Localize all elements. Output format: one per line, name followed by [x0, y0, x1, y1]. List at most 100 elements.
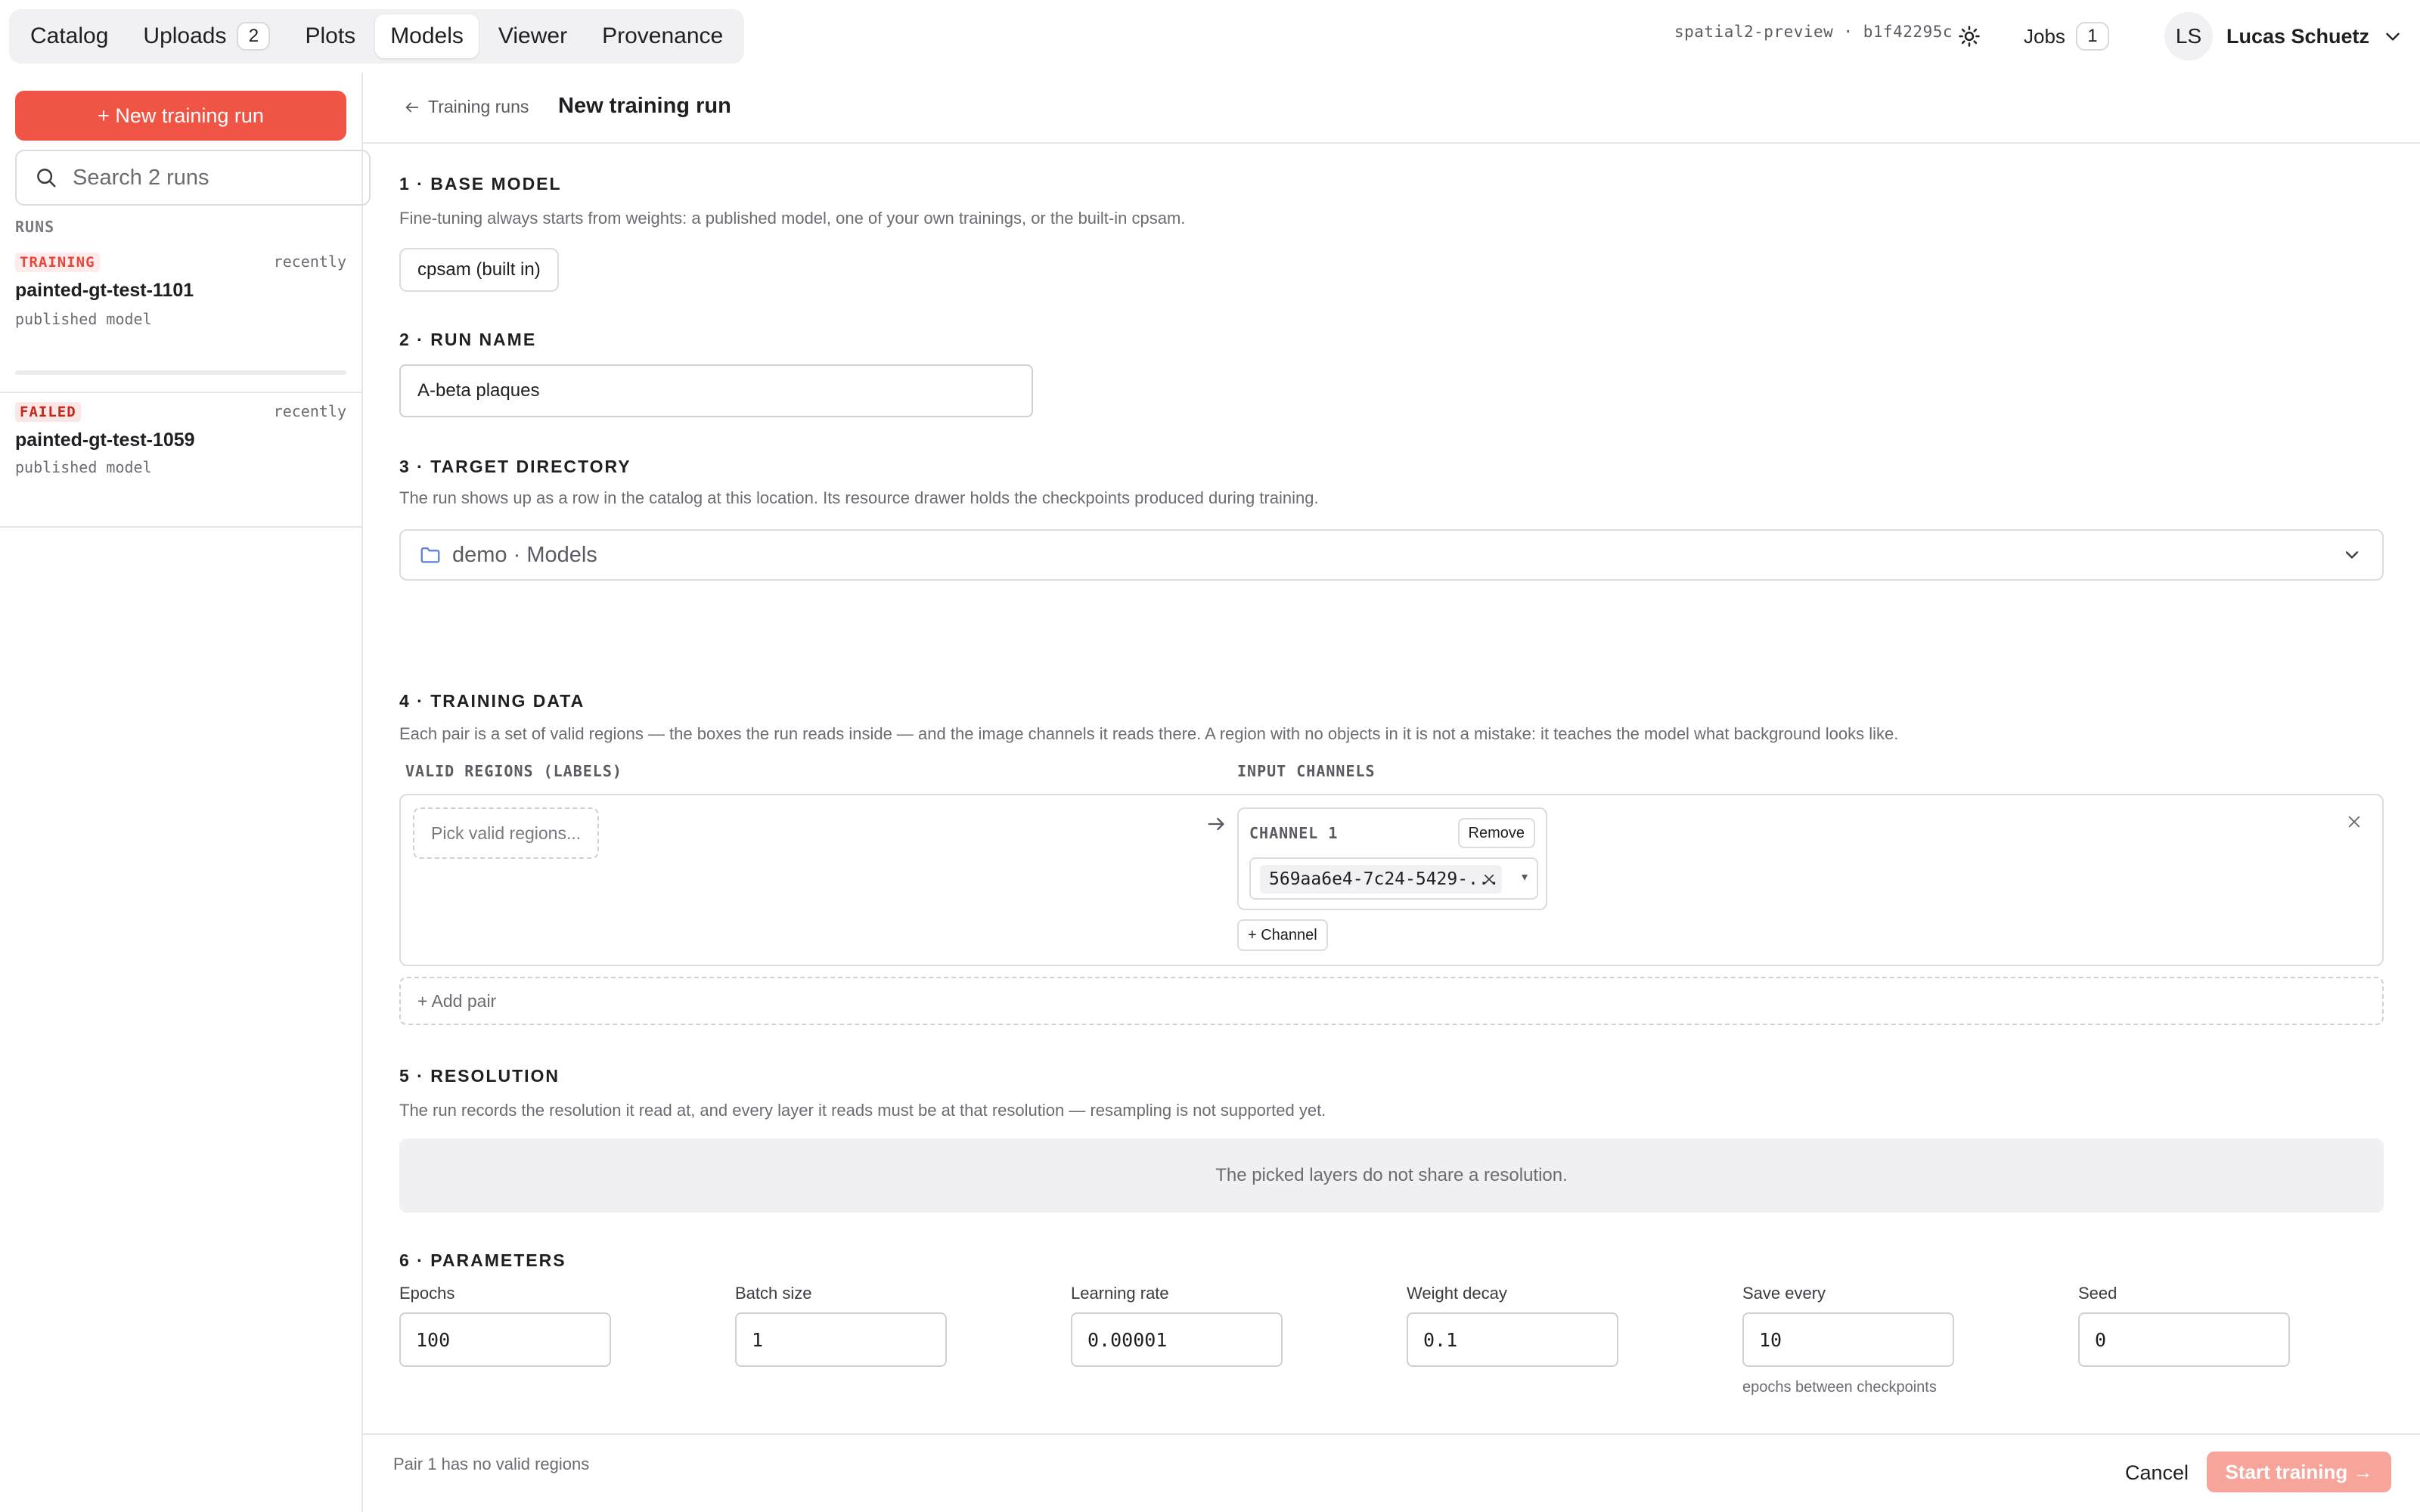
search-runs-input[interactable]: Search 2 runs	[15, 150, 371, 206]
nav-viewer-label: Viewer	[498, 23, 568, 48]
back-link-label: Training runs	[428, 97, 529, 116]
run-name-input[interactable]: A-beta plaques	[399, 364, 1033, 417]
caret-down-icon: ▾	[1521, 871, 1528, 884]
section-desc-target-directory: The run shows up as a row in the catalog…	[399, 488, 1319, 507]
nav-provenance[interactable]: Provenance	[587, 14, 738, 58]
run-time: recently	[273, 253, 346, 271]
jobs-count-badge: 1	[2075, 22, 2109, 51]
section-title-target-directory: 3 · TARGET DIRECTORY	[399, 457, 631, 476]
resolution-note: The picked layers do not share a resolut…	[399, 1139, 2384, 1213]
run-list-item[interactable]: FAILED recently painted-gt-test-1059 pub…	[0, 402, 361, 523]
section-desc-training-data: Each pair is a set of valid regions — th…	[399, 724, 1899, 743]
weight-decay-input[interactable]: 0.1	[1407, 1312, 1618, 1367]
chevron-down-icon	[2386, 33, 2400, 41]
main-nav: Catalog Uploads 2 Plots Models Viewer Pr…	[9, 9, 745, 64]
folder-icon	[420, 547, 440, 563]
user-menu[interactable]: LS Lucas Schuetz	[2164, 11, 2403, 62]
start-training-button[interactable]: Start training →	[2207, 1452, 2391, 1492]
search-placeholder: Search 2 runs	[73, 165, 209, 190]
input-channels-header: INPUT CHANNELS	[1237, 762, 1376, 780]
remove-channel-button[interactable]: Remove	[1457, 818, 1535, 848]
cancel-button[interactable]: Cancel	[2110, 1450, 2204, 1495]
section-title-resolution: 5 · RESOLUTION	[399, 1066, 560, 1086]
nav-uploads[interactable]: Uploads 2	[128, 14, 285, 58]
page-title: New training run	[558, 94, 731, 118]
uploads-count-badge: 2	[237, 22, 271, 51]
learning-rate-label: Learning rate	[1071, 1284, 1169, 1303]
target-directory-value: demo · Models	[452, 542, 597, 567]
search-icon	[37, 169, 56, 187]
save-every-input[interactable]: 10	[1742, 1312, 1954, 1367]
section-desc-base-model: Fine-tuning always starts from weights: …	[399, 209, 1186, 228]
add-pair-button[interactable]: + Add pair	[399, 977, 2384, 1025]
jobs-button[interactable]: Jobs 1	[2024, 20, 2109, 53]
sun-icon	[1959, 26, 1980, 47]
epochs-input[interactable]: 100	[399, 1312, 611, 1367]
base-model-selector[interactable]: cpsam (built in)	[399, 248, 559, 292]
learning-rate-input[interactable]: 0.00001	[1071, 1312, 1283, 1367]
chevron-down-icon	[2345, 551, 2359, 559]
run-name: painted-gt-test-1059	[15, 429, 195, 451]
validation-message: Pair 1 has no valid regions	[393, 1455, 590, 1473]
pick-valid-regions-button[interactable]: Pick valid regions...	[413, 807, 599, 859]
seed-input[interactable]: 0	[2078, 1312, 2290, 1367]
channel-select[interactable]: 569aa6e4-7c24-5429-... ▾	[1249, 857, 1538, 900]
page-header: Training runs New training run	[363, 73, 2420, 144]
run-list-item[interactable]: TRAINING recently painted-gt-test-1101 p…	[0, 253, 361, 393]
nav-plots-label: Plots	[305, 23, 356, 48]
theme-toggle-button[interactable]	[1953, 20, 1986, 53]
nav-catalog-label: Catalog	[30, 23, 109, 48]
arrow-left-icon	[405, 102, 419, 112]
nav-catalog[interactable]: Catalog	[15, 14, 123, 58]
run-status-badge: TRAINING	[15, 253, 100, 272]
channel-value: 569aa6e4-7c24-5429-...	[1269, 869, 1500, 889]
run-time: recently	[273, 402, 346, 420]
new-training-run-button[interactable]: + New training run	[15, 91, 346, 141]
nav-uploads-label: Uploads	[143, 23, 227, 48]
form-footer: Pair 1 has no valid regions Cancel Start…	[363, 1433, 2420, 1512]
nav-viewer[interactable]: Viewer	[483, 14, 582, 58]
weight-decay-label: Weight decay	[1407, 1284, 1507, 1303]
runs-section-label: RUNS	[15, 218, 55, 236]
section-title-base-model: 1 · BASE MODEL	[399, 174, 562, 194]
top-bar: Catalog Uploads 2 Plots Models Viewer Pr…	[0, 0, 2420, 73]
channel-label: CHANNEL 1	[1249, 824, 1339, 842]
divider	[0, 392, 361, 393]
batch-size-label: Batch size	[735, 1284, 812, 1303]
divider	[0, 526, 361, 528]
nav-models[interactable]: Models	[375, 14, 479, 58]
section-title-parameters: 6 · PARAMETERS	[399, 1250, 566, 1270]
run-progress-bar	[15, 370, 346, 375]
channel-card: CHANNEL 1 Remove 569aa6e4-7c24-5429-... …	[1237, 807, 1547, 910]
build-version: spatial2-preview · b1f42295c	[1674, 23, 1953, 41]
avatar: LS	[2164, 12, 2213, 60]
section-title-training-data: 4 · TRAINING DATA	[399, 691, 585, 711]
epochs-label: Epochs	[399, 1284, 455, 1303]
user-name: Lucas Schuetz	[2226, 24, 2370, 48]
add-channel-button[interactable]: + Channel	[1237, 919, 1328, 951]
close-icon[interactable]	[1482, 872, 1496, 886]
save-every-label: Save every	[1742, 1284, 1826, 1303]
section-desc-resolution: The run records the resolution it read a…	[399, 1101, 1326, 1120]
valid-regions-header: VALID REGIONS (LABELS)	[405, 762, 622, 780]
jobs-label: Jobs	[2024, 24, 2065, 48]
training-pair: Pick valid regions... CHANNEL 1 Remove 5…	[399, 794, 2384, 966]
nav-plots[interactable]: Plots	[290, 14, 371, 58]
save-every-hint: epochs between checkpoints	[1742, 1379, 1937, 1396]
close-icon[interactable]	[2346, 813, 2363, 830]
run-status-badge: FAILED	[15, 402, 81, 422]
nav-provenance-label: Provenance	[602, 23, 724, 48]
run-name: painted-gt-test-1101	[15, 280, 194, 301]
seed-label: Seed	[2078, 1284, 2118, 1303]
main-panel: Training runs New training run 1 · BASE …	[363, 73, 2420, 1512]
sidebar: + New training run Search 2 runs RUNS TR…	[0, 73, 371, 1512]
run-subtitle: published model	[15, 310, 152, 328]
arrow-right-icon	[1208, 817, 1224, 831]
run-subtitle: published model	[15, 458, 152, 476]
nav-models-label: Models	[390, 23, 464, 48]
section-title-run-name: 2 · RUN NAME	[399, 330, 537, 349]
channel-tag: 569aa6e4-7c24-5429-...	[1260, 865, 1502, 894]
batch-size-input[interactable]: 1	[735, 1312, 947, 1367]
back-to-training-runs-link[interactable]: Training runs	[404, 97, 529, 117]
target-directory-select[interactable]: demo · Models	[399, 529, 2384, 581]
